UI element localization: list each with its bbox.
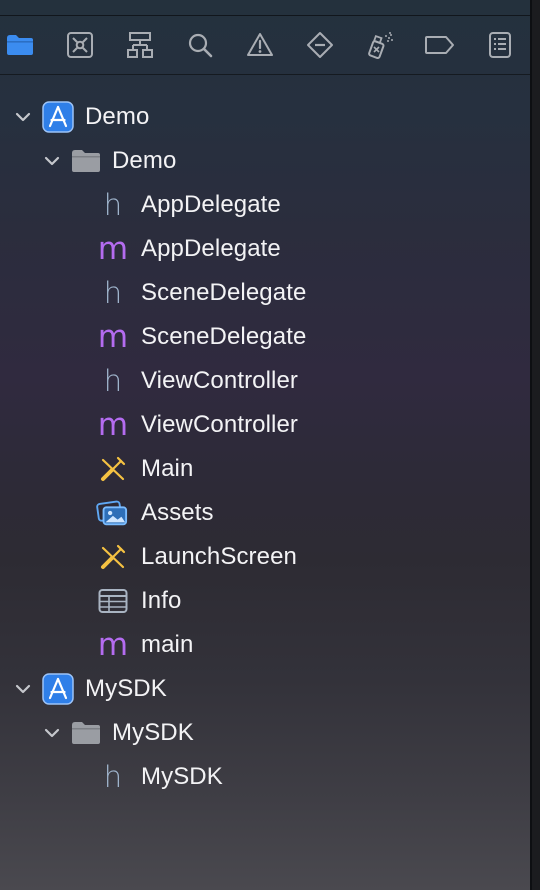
tree-row-file[interactable]: m ViewController: [0, 403, 530, 447]
chevron-down-icon[interactable]: [14, 108, 32, 126]
tree-row-sdk-group[interactable]: MySDK: [0, 711, 530, 755]
tree-row-file[interactable]: h SceneDelegate: [0, 271, 530, 315]
storyboard-icon: [97, 541, 129, 573]
tree-row-label: Main: [141, 455, 194, 482]
folder-icon: [70, 717, 102, 749]
folder-icon: [5, 33, 35, 57]
tree-row-label: Demo: [112, 147, 177, 174]
header-file-icon: h: [103, 188, 123, 222]
tree-row-file[interactable]: h MySDK: [0, 755, 530, 799]
tree-row-label: SceneDelegate: [141, 279, 307, 306]
tree-row-file[interactable]: m SceneDelegate: [0, 315, 530, 359]
plist-icon: [97, 585, 129, 617]
source-control-icon: [66, 31, 94, 59]
tree-row-label: Assets: [141, 499, 214, 526]
tree-row-label: LaunchScreen: [141, 543, 297, 570]
report-icon: [488, 31, 512, 59]
tab-symbol-navigator[interactable]: [123, 28, 157, 62]
tree-row-file[interactable]: h AppDelegate: [0, 183, 530, 227]
tab-breakpoint-navigator[interactable]: [423, 28, 457, 62]
xcode-project-icon: [42, 101, 74, 133]
tree-row-sdk-project[interactable]: MySDK: [0, 667, 530, 711]
xcode-project-icon: [42, 673, 74, 705]
tree-row-label: main: [141, 631, 194, 658]
tab-test-navigator[interactable]: [303, 28, 337, 62]
tree-row-file[interactable]: h ViewController: [0, 359, 530, 403]
header-file-icon: h: [103, 364, 123, 398]
tab-find-navigator[interactable]: [183, 28, 217, 62]
objc-file-icon: m: [97, 319, 129, 355]
tree-row-label: MySDK: [112, 719, 194, 746]
tree-row-file[interactable]: LaunchScreen: [0, 535, 530, 579]
hierarchy-icon: [126, 31, 154, 59]
spray-icon: [366, 31, 394, 59]
tree-row-label: AppDelegate: [141, 235, 281, 262]
tree-row-label: MySDK: [141, 763, 223, 790]
tree-row-label: ViewController: [141, 367, 299, 394]
chevron-down-icon[interactable]: [14, 680, 32, 698]
navigator-tab-bar: [0, 0, 530, 75]
editor-edge: [532, 0, 540, 890]
chevron-down-icon[interactable]: [43, 152, 61, 170]
breakpoint-icon: [424, 34, 456, 56]
tab-debug-navigator[interactable]: [363, 28, 397, 62]
objc-file-icon: m: [97, 231, 129, 267]
objc-file-icon: m: [97, 627, 129, 663]
objc-file-icon: m: [97, 407, 129, 443]
tree-row-demo-project[interactable]: Demo: [0, 95, 530, 139]
tab-report-navigator[interactable]: [483, 28, 517, 62]
tree-row-file[interactable]: Info: [0, 579, 530, 623]
tree-row-label: ViewController: [141, 411, 299, 438]
tree-row-label: SceneDelegate: [141, 323, 307, 350]
tree-row-label: AppDelegate: [141, 191, 281, 218]
diamond-icon: [306, 31, 334, 59]
header-file-icon: h: [103, 276, 123, 310]
storyboard-icon: [97, 453, 129, 485]
tab-issue-navigator[interactable]: [243, 28, 277, 62]
header-file-icon: h: [103, 760, 123, 794]
search-icon: [186, 31, 214, 59]
asset-catalog-icon: [96, 497, 128, 529]
folder-icon: [70, 145, 102, 177]
tree-row-label: MySDK: [85, 675, 167, 702]
tab-project-navigator[interactable]: [3, 28, 37, 62]
tree-row-label: Info: [141, 587, 182, 614]
tree-row-file[interactable]: m AppDelegate: [0, 227, 530, 271]
tree-row-demo-group[interactable]: Demo: [0, 139, 530, 183]
tree-row-file[interactable]: Main: [0, 447, 530, 491]
warning-icon: [246, 31, 274, 59]
tab-source-control-navigator[interactable]: [63, 28, 97, 62]
tree-row-file[interactable]: Assets: [0, 491, 530, 535]
tree-row-file[interactable]: m main: [0, 623, 530, 667]
tree-row-label: Demo: [85, 103, 150, 130]
chevron-down-icon[interactable]: [43, 724, 61, 742]
